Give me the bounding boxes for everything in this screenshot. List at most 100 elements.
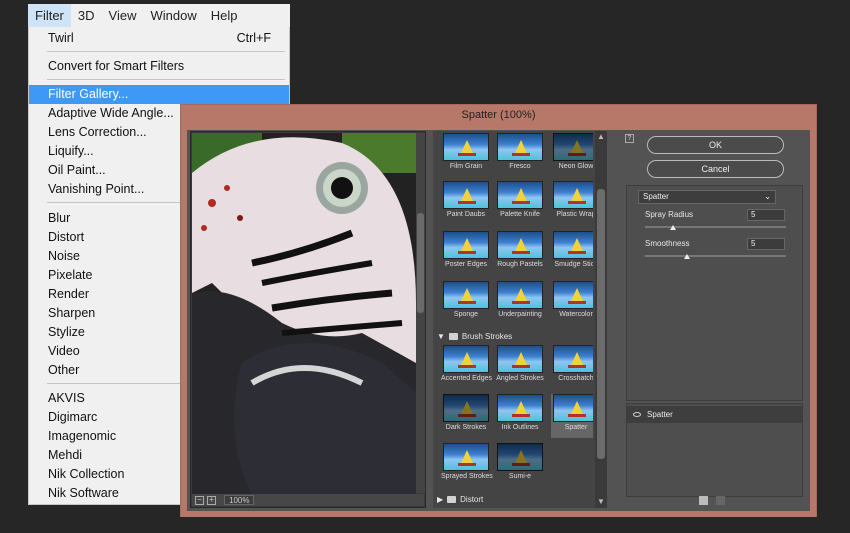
thumbnail-label: Film Grain [449, 163, 483, 170]
filter-gallery-dialog: Spatter (100%) − + 100% Film Grain Fresc… [180, 104, 817, 517]
preview-scrollbar[interactable] [416, 133, 425, 493]
zoom-out-button[interactable]: − [195, 495, 204, 505]
scroll-down-icon[interactable]: ▼ [597, 498, 605, 506]
category-distort[interactable]: ▶ Distort [437, 495, 483, 504]
filter-thumbnail[interactable]: Poster Edges [441, 231, 491, 275]
scroll-thumb[interactable] [597, 189, 605, 459]
preview-area[interactable]: − + 100% [190, 131, 426, 508]
menu-item-twirl[interactable]: Twirl Ctrl+F [29, 29, 289, 48]
thumbnail-label: Palette Knife [500, 211, 540, 218]
filter-thumbnail[interactable]: Neon Glow [551, 133, 593, 177]
folder-icon [448, 333, 458, 340]
category-brush-strokes[interactable]: ▼ Brush Strokes [437, 332, 512, 341]
filter-thumbnail[interactable]: Angled Strokes [495, 345, 545, 389]
filter-select[interactable]: Spatter ⌄ [638, 190, 776, 204]
thumbnail-label: Spatter [564, 424, 588, 431]
smoothness-slider[interactable] [645, 255, 786, 257]
filter-thumbnail[interactable]: Dark Strokes [441, 394, 491, 438]
folder-icon [447, 496, 457, 503]
filter-thumbnail[interactable]: Smudge Stick [551, 231, 593, 275]
effect-layers: Spatter [626, 403, 803, 497]
thumbnail-label: Angled Strokes [496, 375, 544, 382]
filter-thumbnail[interactable]: Accented Edges [441, 345, 492, 389]
filter-thumbnail[interactable]: Crosshatch [551, 345, 593, 389]
menu-3d[interactable]: 3D [71, 4, 102, 27]
menu-item-convert-smart-filters[interactable]: Convert for Smart Filters [29, 57, 289, 76]
spray-radius-label: Spray Radius [645, 210, 694, 219]
menu-item-label: Twirl [48, 31, 74, 45]
menubar: Filter 3D View Window Help [28, 4, 290, 27]
thumbnail-label: Smudge Stick [554, 261, 593, 268]
gallery-scrollbar[interactable]: ▲ ▼ [595, 131, 607, 508]
thumbnail-image [497, 281, 543, 309]
thumbnail-image [553, 231, 593, 259]
thumbnail-image [497, 133, 543, 161]
thumbnail-image [497, 394, 543, 422]
thumbnail-image [497, 443, 543, 471]
scroll-thumb[interactable] [417, 213, 424, 313]
thumbnail-image [443, 394, 489, 422]
thumbnail-image [443, 443, 489, 471]
filter-thumbnail[interactable]: Watercolor [551, 281, 593, 325]
thumbnail-image [553, 394, 593, 422]
thumbnail-image [497, 231, 543, 259]
thumbnail-image [553, 181, 593, 209]
trash-icon[interactable] [716, 496, 725, 505]
zoom-select[interactable]: 100% [224, 495, 255, 505]
effect-layer-label: Spatter [647, 410, 673, 419]
filter-thumbnail[interactable]: Underpainting [495, 281, 545, 325]
menu-item-filter-gallery[interactable]: Filter Gallery... [29, 85, 289, 104]
thumbnail-grid: Film Grain Fresco Neon Glow Paint Daubs Pale… [433, 131, 593, 508]
layer-actions [699, 496, 725, 505]
filter-thumbnail[interactable]: Palette Knife [495, 181, 545, 225]
menu-filter[interactable]: Filter [28, 4, 71, 27]
filter-thumbnail[interactable]: Sponge [441, 281, 491, 325]
menu-separator [47, 51, 285, 52]
menu-window[interactable]: Window [143, 4, 203, 27]
filter-settings: Spatter ⌄ Spray Radius 5 Smoothness 5 [626, 185, 803, 401]
eye-icon[interactable] [633, 412, 641, 417]
new-layer-icon[interactable] [699, 496, 708, 505]
scroll-up-icon[interactable]: ▲ [597, 133, 605, 141]
filter-thumbnail[interactable]: Rough Pastels [495, 231, 545, 275]
filter-thumbnail[interactable]: Fresco [495, 133, 545, 177]
thumbnail-image [443, 345, 489, 373]
effect-layer-row[interactable]: Spatter [627, 406, 802, 423]
filter-thumbnail[interactable]: Paint Daubs [441, 181, 491, 225]
thumbnail-label: Poster Edges [444, 261, 488, 268]
thumbnail-label: Accented Edges [441, 375, 492, 382]
spray-radius-input[interactable]: 5 [747, 209, 785, 221]
filter-thumbnail[interactable]: Spatter [551, 394, 593, 438]
thumbnail-label: Sprayed Strokes [441, 473, 493, 480]
help-icon[interactable]: ? [625, 134, 634, 143]
thumbnail-label: Rough Pastels [497, 261, 543, 268]
category-label: Distort [460, 495, 484, 504]
thumbnail-image [443, 281, 489, 309]
filter-thumbnail[interactable]: Sumi-e [495, 443, 545, 487]
chevron-down-icon: ⌄ [764, 192, 771, 201]
filter-thumbnail[interactable]: Sprayed Strokes [441, 443, 493, 487]
spray-radius-knob[interactable] [670, 225, 677, 230]
settings-panel: ? OK Cancel Spatter ⌄ Spray Radius 5 Smo… [625, 131, 805, 508]
filter-thumbnail[interactable]: Ink Outlines [495, 394, 545, 438]
cancel-button[interactable]: Cancel [647, 160, 784, 178]
thumbnail-label: Plastic Wrap [556, 211, 593, 218]
ok-button[interactable]: OK [647, 136, 784, 154]
thumbnail-label: Neon Glow [558, 163, 593, 170]
expand-icon: ▶ [437, 495, 444, 504]
thumbnail-label: Underpainting [498, 311, 542, 318]
menu-view[interactable]: View [102, 4, 144, 27]
smoothness-input[interactable]: 5 [747, 238, 785, 250]
thumbnail-image [553, 281, 593, 309]
filter-select-label: Spatter [643, 192, 669, 201]
thumbnail-label: Ink Outlines [501, 424, 539, 431]
category-label: Brush Strokes [461, 332, 513, 341]
thumbnail-label: Crosshatch [558, 375, 593, 382]
menu-help[interactable]: Help [204, 4, 245, 27]
zoom-in-button[interactable]: + [207, 495, 216, 505]
spray-radius-slider[interactable] [645, 226, 786, 228]
filter-thumbnail[interactable]: Film Grain [441, 133, 491, 177]
filter-thumbnail[interactable]: Plastic Wrap [551, 181, 593, 225]
smoothness-knob[interactable] [684, 254, 691, 259]
expand-icon: ▼ [437, 332, 445, 341]
